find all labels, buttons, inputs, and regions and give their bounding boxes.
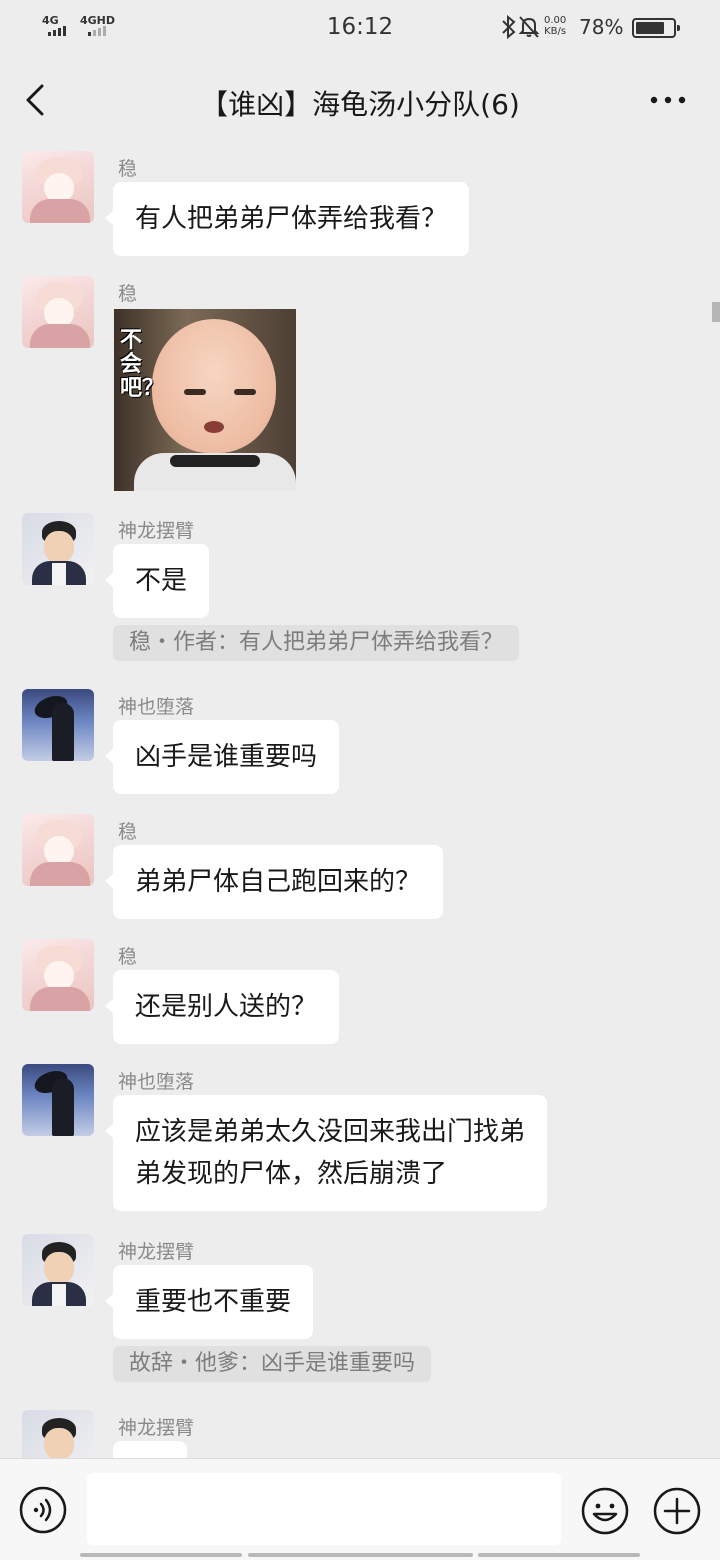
sender-name: 稳 bbox=[118, 821, 138, 843]
avatar-wen[interactable] bbox=[22, 814, 94, 886]
more-dots-icon[interactable] bbox=[648, 90, 688, 110]
avatar-shenlong[interactable] bbox=[22, 1234, 94, 1306]
sender-name: 稳 bbox=[118, 283, 138, 305]
sticker-image[interactable]: 不会吧？ bbox=[114, 309, 296, 491]
sender-name: 神也堕落 bbox=[118, 1071, 195, 1093]
message-item: 神龙摆臂 bbox=[0, 1410, 720, 1458]
battery-fill bbox=[636, 22, 665, 34]
scrollbar[interactable] bbox=[712, 302, 720, 322]
mute-icon bbox=[518, 16, 540, 38]
input-bar bbox=[0, 1458, 720, 1560]
sticker-caption: 不会吧？ bbox=[120, 328, 165, 401]
message-bubble[interactable]: 应该是弟弟太久没回来我出门找弟 弟发现的尸体，然后崩溃了 bbox=[104, 1095, 548, 1211]
avatar-shenye[interactable] bbox=[22, 689, 94, 761]
message-input[interactable] bbox=[87, 1473, 561, 1545]
avatar-wen[interactable] bbox=[22, 939, 94, 1011]
bluetooth-icon bbox=[502, 14, 516, 40]
avatar-shenlong[interactable] bbox=[22, 513, 94, 585]
quoted-message[interactable]: 稳・作者：有人把弟弟尸体弄给我看？ bbox=[113, 625, 520, 661]
net-speed-unit: KB/s bbox=[544, 26, 567, 37]
chevron-left-icon[interactable] bbox=[18, 78, 54, 122]
sender-name: 神龙摆臂 bbox=[118, 1417, 195, 1439]
message-bubble[interactable]: 不是 bbox=[104, 544, 210, 618]
scroll-indicator-segment bbox=[80, 1553, 242, 1557]
avatar-wen[interactable] bbox=[22, 151, 94, 223]
emoji-icon[interactable] bbox=[580, 1486, 630, 1536]
battery-percent: 78% bbox=[579, 15, 624, 39]
scroll-indicator-segment bbox=[478, 1553, 640, 1557]
battery-icon bbox=[632, 18, 680, 38]
message-bubble[interactable]: 凶手是谁重要吗 bbox=[104, 720, 340, 794]
message-line: 弟发现的尸体，然后崩溃了 bbox=[135, 1159, 448, 1189]
status-bar: 4G 4GHD 16:12 0.00 KB/s 78% bbox=[0, 0, 720, 56]
plus-icon[interactable] bbox=[652, 1486, 702, 1536]
sender-name: 神也堕落 bbox=[118, 696, 195, 718]
sender-name: 神龙摆臂 bbox=[118, 1241, 195, 1263]
page-title: 【谁凶】海龟汤小分队(6) bbox=[200, 88, 520, 121]
net-speed-value: 0.00 bbox=[544, 15, 567, 26]
sender-name: 神龙摆臂 bbox=[118, 520, 195, 542]
quoted-message[interactable]: 故辞・他爹：凶手是谁重要吗 bbox=[113, 1346, 432, 1382]
scroll-indicator-segment bbox=[248, 1553, 473, 1557]
message-line: 应该是弟弟太久没回来我出门找弟 bbox=[135, 1117, 526, 1147]
message-bubble[interactable] bbox=[113, 1441, 187, 1458]
message-bubble[interactable]: 弟弟尸体自己跑回来的？ bbox=[104, 845, 444, 919]
avatar-shenlong[interactable] bbox=[22, 1410, 94, 1458]
net-speed: 0.00 KB/s bbox=[544, 15, 566, 37]
message-bubble[interactable]: 重要也不重要 bbox=[104, 1265, 314, 1339]
voice-icon[interactable] bbox=[19, 1486, 67, 1534]
message-bubble[interactable]: 还是别人送的？ bbox=[104, 970, 340, 1044]
avatar-shenye[interactable] bbox=[22, 1064, 94, 1136]
avatar-wen[interactable] bbox=[22, 276, 94, 348]
chat-header: 【谁凶】海龟汤小分队(6) bbox=[0, 56, 720, 144]
message-bubble[interactable]: 有人把弟弟尸体弄给我看？ bbox=[104, 182, 470, 256]
sender-name: 稳 bbox=[118, 946, 138, 968]
sender-name: 稳 bbox=[118, 158, 138, 180]
